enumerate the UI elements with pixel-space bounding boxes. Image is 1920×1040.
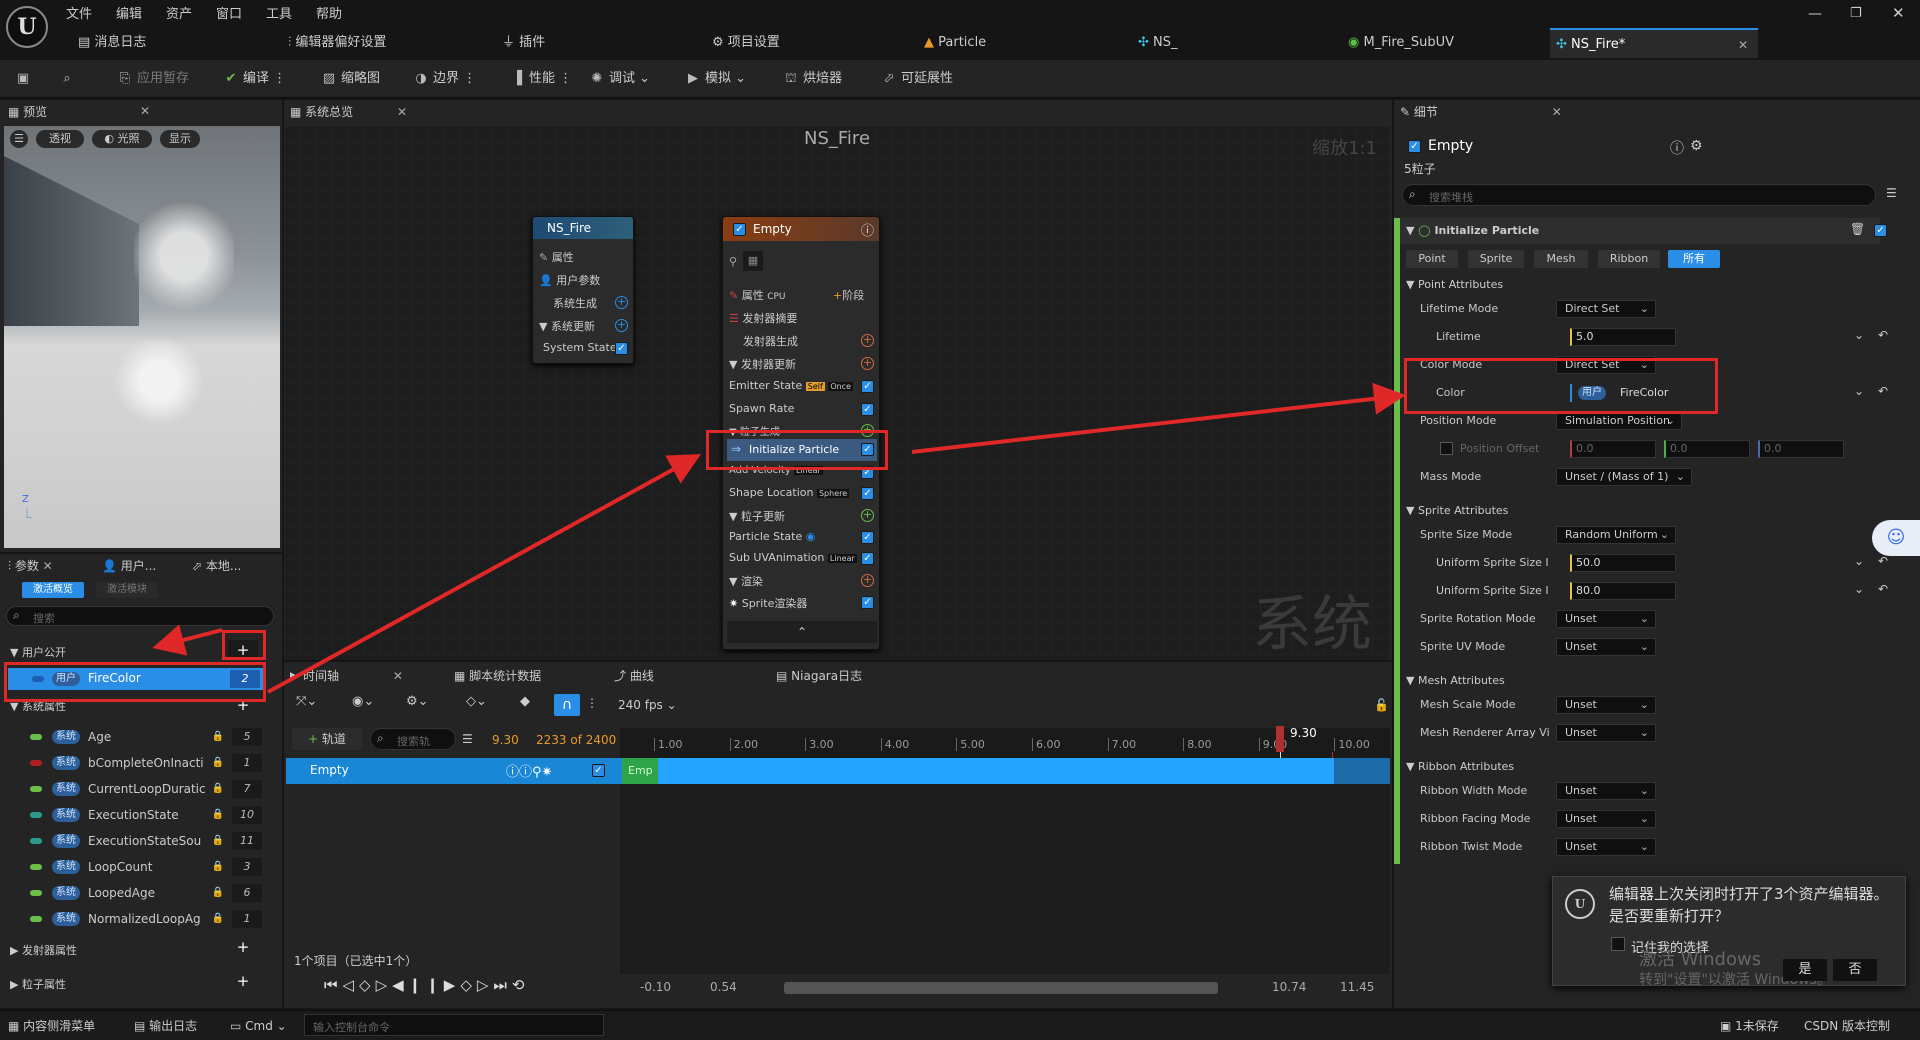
cmd-dropdown[interactable]: ▭ Cmd ⌄ — [230, 1016, 287, 1036]
source-control[interactable]: CSDN 版本控制 — [1804, 1016, 1890, 1036]
output-log-button[interactable]: ▤ 输出日志 — [134, 1016, 197, 1036]
terminal-icon: ▭ — [230, 1019, 246, 1033]
content-drawer-button[interactable]: ▦ 内容侧滑菜单 — [8, 1016, 95, 1036]
save-icon: ▣ — [1720, 1019, 1736, 1033]
drawer-icon: ▦ — [8, 1019, 24, 1033]
arrow-to-details — [911, 382, 1406, 454]
unsaved-indicator[interactable]: ▣ 1未保存 — [1720, 1016, 1779, 1036]
annotation-arrows — [152, 382, 1406, 694]
arrow-to-node — [267, 454, 702, 694]
arrow-to-add — [152, 624, 223, 656]
log-icon: ▤ — [134, 1019, 150, 1033]
status-bar — [0, 1010, 1920, 1040]
console-input[interactable]: 输入控制台命令 — [304, 1014, 604, 1036]
